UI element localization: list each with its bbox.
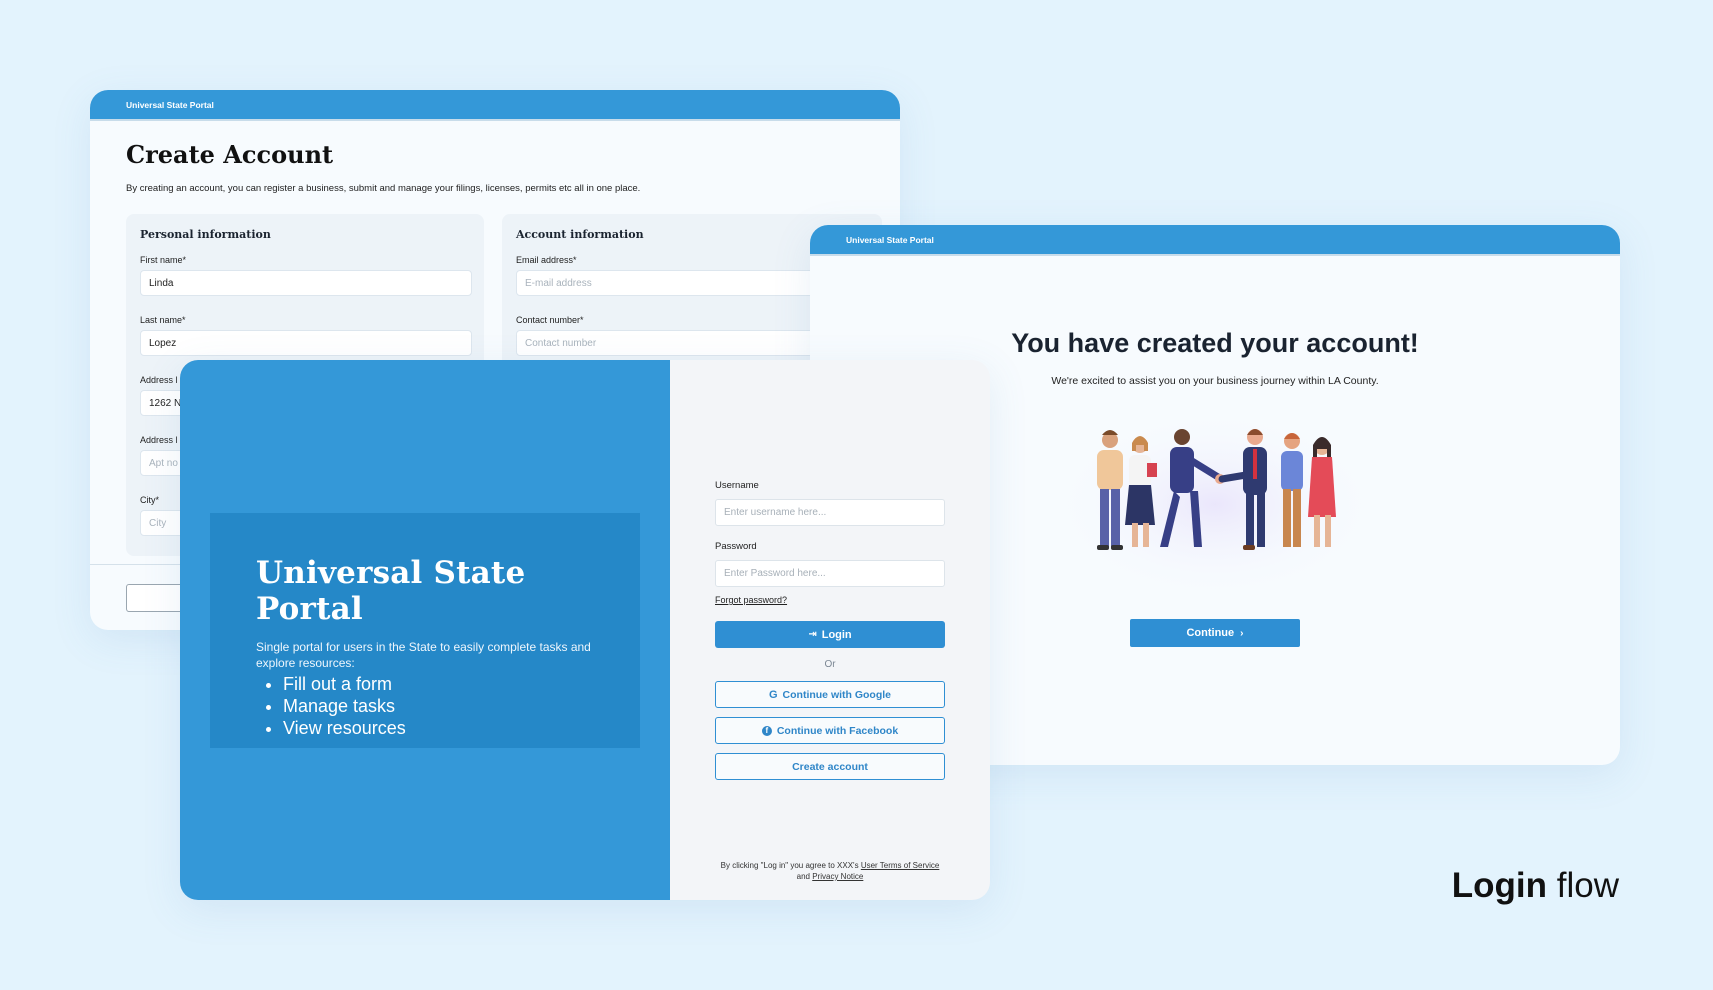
- google-icon: G: [768, 688, 778, 701]
- address-line1-label: Address l: [140, 375, 178, 385]
- section-title: Account information: [516, 228, 644, 241]
- or-divider: Or: [824, 659, 836, 670]
- section-title: Personal information: [140, 228, 271, 241]
- first-name-field[interactable]: Linda: [140, 270, 472, 296]
- page-description: By creating an account, you can register…: [126, 183, 641, 194]
- list-item: Fill out a form: [283, 673, 594, 695]
- create-account-button[interactable]: Create account: [715, 753, 945, 780]
- facebook-icon: f: [761, 725, 772, 736]
- username-input[interactable]: Enter username here...: [715, 499, 945, 526]
- caption-light: flow: [1547, 866, 1619, 905]
- last-name-label: Last name*: [140, 315, 186, 325]
- chevron-right-icon: ›: [1240, 627, 1244, 639]
- continue-with-facebook-button[interactable]: f Continue with Facebook: [715, 717, 945, 744]
- login-hero-panel: Universal State Portal Single portal for…: [180, 360, 670, 900]
- login-button[interactable]: ⇥ Login: [715, 621, 945, 648]
- list-item: Manage tasks: [283, 695, 594, 717]
- facebook-label: Continue with Facebook: [776, 724, 899, 737]
- first-name-label: First name*: [140, 255, 187, 265]
- google-label: Continue with Google: [782, 688, 892, 701]
- continue-label: Continue: [1186, 627, 1235, 639]
- terms-and: and: [796, 872, 813, 881]
- hero-title: Universal State Portal: [256, 555, 526, 627]
- city-label: City*: [140, 495, 160, 505]
- address-line2-label: Address l: [140, 435, 178, 445]
- create-account-header: Universal State Portal: [90, 90, 900, 121]
- continue-with-google-button[interactable]: G Continue with Google: [715, 681, 945, 708]
- success-title: You have created your account!: [1011, 328, 1419, 358]
- caption-bold: Login: [1451, 866, 1548, 905]
- hero-feature-list: Fill out a form Manage tasks View resour…: [256, 673, 594, 739]
- sign-in-icon: ⇥: [808, 629, 817, 640]
- success-header: Universal State Portal: [810, 225, 1620, 256]
- privacy-notice-link[interactable]: Privacy Notice: [812, 872, 863, 881]
- password-input[interactable]: Enter Password here...: [715, 560, 945, 587]
- login-flow-caption: Login flow: [1452, 866, 1619, 906]
- login-window: Universal State Portal Single portal for…: [180, 360, 990, 900]
- hero-box: Universal State Portal Single portal for…: [210, 513, 640, 748]
- terms-prefix: By clicking "Log in" you agree to XXX's: [720, 861, 861, 870]
- username-label: Username: [715, 480, 759, 491]
- login-form-panel: Username Enter username here... Password…: [670, 360, 990, 900]
- email-label: Email address*: [516, 255, 577, 265]
- forgot-password-link[interactable]: Forgot password?: [715, 595, 787, 605]
- team-handshake-illustration: [1050, 400, 1380, 590]
- terms-notice: By clicking "Log in" you agree to XXX's …: [715, 860, 945, 882]
- last-name-field[interactable]: Lopez: [140, 330, 472, 356]
- page-title: Create Account: [126, 140, 334, 169]
- email-field[interactable]: E-mail address: [516, 270, 848, 296]
- list-item: View resources: [283, 717, 594, 739]
- contact-number-field[interactable]: Contact number: [516, 330, 848, 356]
- create-account-label: Create account: [792, 760, 868, 773]
- user-terms-link[interactable]: User Terms of Service: [861, 861, 940, 870]
- password-label: Password: [715, 541, 757, 552]
- contact-number-label: Contact number*: [516, 315, 584, 325]
- continue-button[interactable]: Continue ›: [1130, 619, 1300, 647]
- hero-description: Single portal for users in the State to …: [256, 640, 591, 670]
- login-label: Login: [821, 628, 852, 641]
